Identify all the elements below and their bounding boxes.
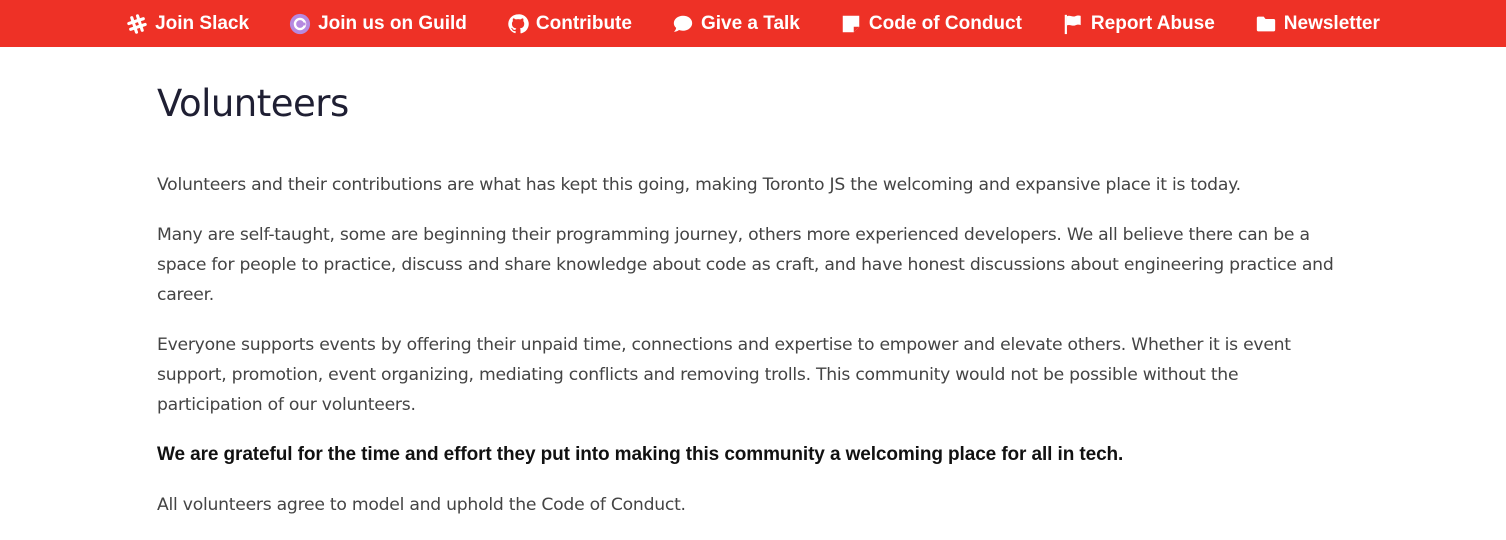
flag-icon xyxy=(1062,13,1084,35)
self-taught-paragraph: Many are self-taught, some are beginning… xyxy=(157,225,1334,305)
sticky-note-icon xyxy=(840,13,862,35)
support-paragraph: Everyone supports events by offering the… xyxy=(157,335,1291,415)
slack-icon xyxy=(126,13,148,35)
nav-join-guild[interactable]: Join us on Guild xyxy=(269,0,487,47)
nav-join-slack[interactable]: Join Slack xyxy=(106,0,269,47)
top-nav: Join Slack Join us on Guild Contribute G… xyxy=(0,0,1506,47)
github-icon xyxy=(507,13,529,35)
nav-code-of-conduct[interactable]: Code of Conduct xyxy=(820,0,1042,47)
nav-newsletter[interactable]: Newsletter xyxy=(1235,0,1400,47)
nav-label: Join Slack xyxy=(155,12,250,34)
nav-label: Newsletter xyxy=(1283,12,1380,34)
nav-label: Join us on Guild xyxy=(318,12,467,34)
main-content: Volunteers Volunteers and their contribu… xyxy=(157,80,1337,540)
page-title: Volunteers xyxy=(157,82,349,125)
nav-label: Report Abuse xyxy=(1090,12,1215,34)
folder-icon xyxy=(1255,13,1277,35)
code-of-conduct-paragraph: All volunteers agree to model and uphold… xyxy=(157,495,686,515)
nav-contribute[interactable]: Contribute xyxy=(487,0,652,47)
nav-report-abuse[interactable]: Report Abuse xyxy=(1042,0,1235,47)
nav-label: Code of Conduct xyxy=(868,12,1022,34)
speech-bubble-icon xyxy=(672,13,694,35)
nav-label: Give a Talk xyxy=(700,12,800,34)
gratitude-paragraph: We are grateful for the time and effort … xyxy=(157,444,1124,465)
nav-label: Contribute xyxy=(535,12,632,34)
guild-icon xyxy=(289,13,311,35)
nav-give-a-talk[interactable]: Give a Talk xyxy=(652,0,820,47)
intro-paragraph: Volunteers and their contributions are w… xyxy=(157,175,1241,195)
